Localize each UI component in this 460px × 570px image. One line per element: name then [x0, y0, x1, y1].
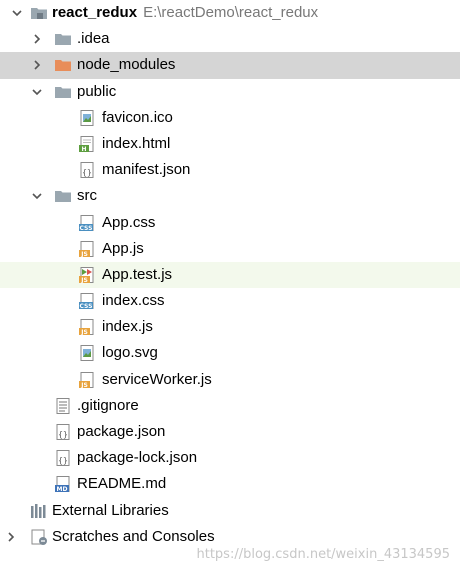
chevron-down-icon[interactable]: [30, 189, 44, 203]
tree-row-src[interactable]: src: [0, 183, 460, 209]
css-badge-text: CSS: [80, 224, 93, 231]
css-badge-text: CSS: [80, 303, 93, 310]
scratches-icon: [31, 529, 47, 545]
file-label: index.js: [102, 318, 153, 336]
js-file-icon: JS: [79, 371, 94, 388]
folder-icon: [55, 34, 71, 46]
json-badge-text: {}: [82, 168, 92, 177]
external-libraries-label: External Libraries: [52, 501, 169, 519]
project-path: E:\reactDemo\react_redux: [143, 4, 319, 21]
project-name: react_redux E:\reactDemo\react_redux: [52, 4, 318, 22]
tree-row-favicon[interactable]: favicon.ico: [0, 105, 460, 131]
tree-row-idea[interactable]: .idea: [0, 26, 460, 52]
css-file-icon: CSS: [79, 293, 94, 310]
md-badge-text: MD: [57, 486, 68, 493]
tree-row-external-libraries[interactable]: External Libraries: [0, 498, 460, 524]
folder-icon: [55, 86, 71, 98]
file-label: package.json: [77, 423, 166, 440]
project-name-text: react_redux: [52, 4, 138, 21]
js-badge-text: JS: [80, 277, 88, 284]
chevron-down-icon[interactable]: [30, 85, 44, 99]
json-badge-text: {}: [58, 430, 68, 439]
chevron-down-icon[interactable]: [10, 6, 24, 20]
tree-row-app-test-js[interactable]: JS App.test.js: [0, 261, 460, 289]
tree-row-manifest-json[interactable]: {} manifest.json: [0, 157, 460, 183]
folder-label-node-modules: node_modules: [77, 56, 176, 74]
file-label: favicon.ico: [102, 108, 173, 126]
test-js-file-icon: JS: [79, 266, 94, 284]
json-file-icon: {}: [80, 162, 94, 179]
folder-icon: [55, 191, 71, 203]
tree-row-public[interactable]: public: [0, 79, 460, 105]
markdown-file-icon: MD: [55, 476, 70, 493]
tree-row-package-json[interactable]: {} package.json: [0, 419, 460, 445]
scratches-label: Scratches and Consoles: [52, 527, 215, 545]
tree-row-logo-svg[interactable]: logo.svg: [0, 340, 460, 366]
js-badge-text: JS: [80, 381, 88, 388]
tree-row-index-js[interactable]: JS index.js: [0, 314, 460, 340]
js-file-icon: JS: [79, 240, 94, 257]
json-badge-text: {}: [58, 456, 68, 465]
tree-row-index-html[interactable]: H index.html: [0, 131, 460, 157]
css-file-icon: CSS: [79, 214, 94, 231]
html-file-icon: H: [79, 135, 94, 153]
file-label: index.html: [102, 134, 171, 152]
file-label: manifest.json: [102, 161, 191, 179]
html-badge-text: H: [81, 146, 86, 153]
tree-row-readme-md[interactable]: MD README.md: [0, 471, 460, 497]
file-label: package-lock.json: [77, 449, 198, 467]
tree-row-package-lock-json[interactable]: {} package-lock.json: [0, 445, 460, 471]
file-label: .gitignore: [77, 396, 139, 414]
tree-row-project-root[interactable]: react_redux E:\reactDemo\react_redux: [0, 0, 460, 26]
tree-row-scratches[interactable]: Scratches and Consoles: [0, 524, 460, 550]
project-tree: react_redux E:\reactDemo\react_redux .ide…: [0, 0, 460, 550]
image-file-icon: [80, 345, 94, 362]
tree-row-gitignore[interactable]: .gitignore: [0, 393, 460, 419]
json-file-icon: {}: [56, 424, 70, 440]
tree-row-app-js[interactable]: JS App.js: [0, 236, 460, 262]
file-label: serviceWorker.js: [102, 370, 212, 388]
file-label: App.css: [102, 213, 156, 231]
image-file-icon: [80, 109, 94, 126]
watermark-text: https://blog.csdn.net/weixin_43134595: [196, 547, 450, 562]
excluded-folder-icon: [55, 60, 71, 72]
folder-icon: [31, 8, 47, 19]
tree-row-app-css[interactable]: CSS App.css: [0, 210, 460, 236]
js-badge-text: JS: [80, 329, 88, 336]
tree-row-node-modules[interactable]: node_modules: [0, 52, 460, 79]
text-file-icon: [56, 397, 70, 414]
file-label: App.test.js: [102, 265, 173, 283]
library-icon: [31, 503, 46, 518]
chevron-right-icon[interactable]: [30, 32, 44, 46]
folder-label-src: src: [77, 187, 97, 205]
file-label: README.md: [77, 475, 167, 493]
file-label: logo.svg: [102, 344, 158, 362]
tree-row-index-css[interactable]: CSS index.css: [0, 288, 460, 314]
file-label: App.js: [102, 239, 144, 257]
js-file-icon: JS: [79, 319, 94, 336]
json-file-icon: {}: [56, 450, 70, 467]
folder-label-idea: .idea: [77, 30, 110, 48]
js-badge-text: JS: [80, 250, 88, 257]
chevron-right-icon[interactable]: [30, 58, 44, 72]
folder-label-public: public: [77, 82, 117, 100]
tree-row-service-worker-js[interactable]: JS serviceWorker.js: [0, 367, 460, 393]
file-label: index.css: [102, 292, 165, 310]
chevron-right-icon[interactable]: [4, 530, 18, 544]
